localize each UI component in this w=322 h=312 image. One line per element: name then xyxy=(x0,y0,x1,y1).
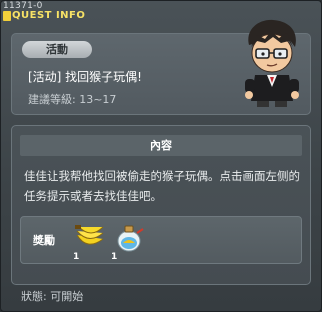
reward-count: 1 xyxy=(111,252,118,262)
reward-box: 獎勵 1 1 xyxy=(20,216,302,264)
npc-portrait xyxy=(245,19,299,107)
category-tag: 活動 xyxy=(22,41,92,58)
reward-item-potion[interactable]: 1 xyxy=(111,221,145,262)
content-panel: 內容 佳佳让我帮他找回被偷走的猴子玩偶。点击画面左侧的任务提示或者去找佳佳吧。 … xyxy=(11,125,311,285)
reward-item-banana[interactable]: 1 xyxy=(73,221,107,262)
level-requirement: 建議等級: 13~17 xyxy=(28,93,117,106)
quest-info-window: 11371-0 QUEST INFO 活動 [活动] 找回猴子玩偶! 建議等級:… xyxy=(0,0,322,312)
reward-count: 1 xyxy=(73,252,80,262)
window-title: QUEST INFO xyxy=(12,10,86,21)
content-header: 內容 xyxy=(20,135,302,156)
quest-name: [活动] 找回猴子玩偶! xyxy=(28,70,142,84)
reward-label: 獎勵 xyxy=(33,234,55,247)
banana-bunch-icon xyxy=(75,225,104,245)
potion-bottle-icon xyxy=(117,225,144,252)
quest-icon xyxy=(3,11,11,21)
quest-status: 狀態: 可開始 xyxy=(21,290,84,303)
quest-description: 佳佳让我帮他找回被偷走的猴子玩偶。点击画面左侧的任务提示或者去找佳佳吧。 xyxy=(24,169,300,203)
